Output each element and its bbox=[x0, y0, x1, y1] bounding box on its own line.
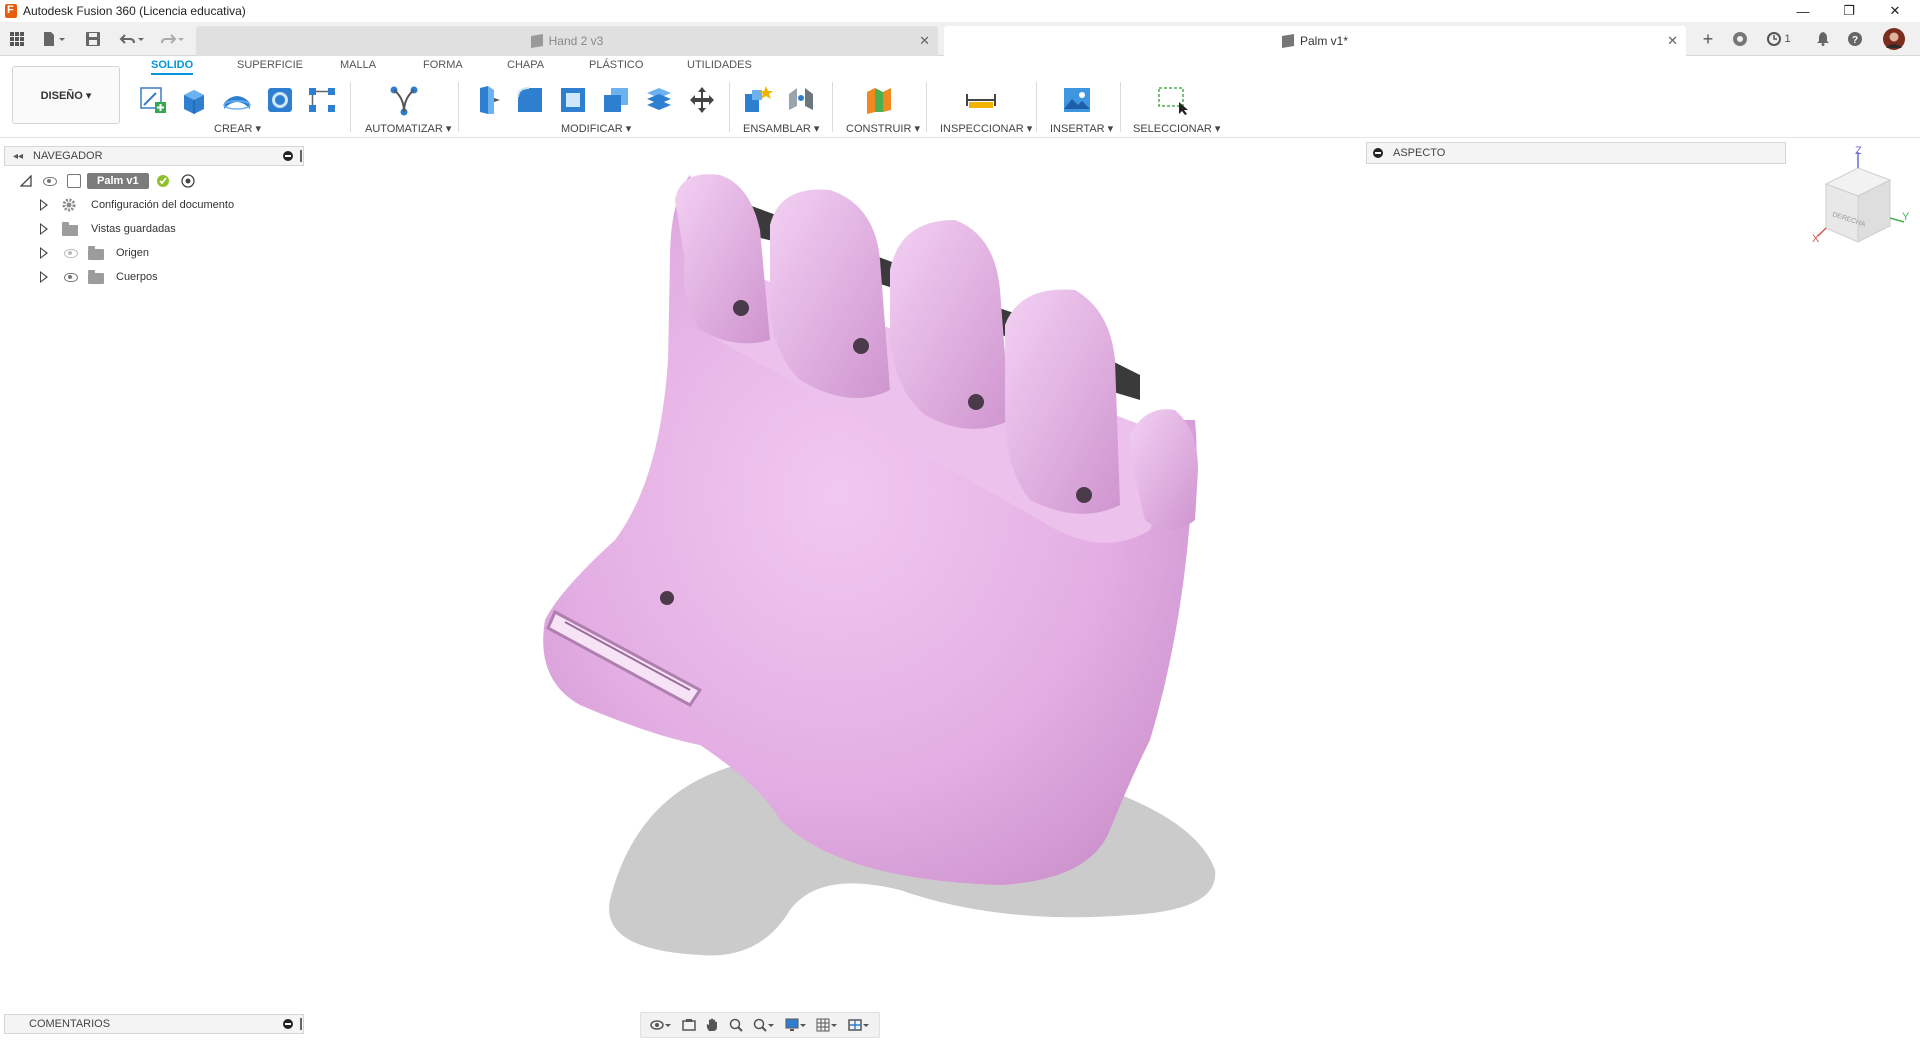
group-divider bbox=[729, 82, 730, 132]
component-icon bbox=[1281, 33, 1294, 49]
pan-hand-icon[interactable] bbox=[705, 1018, 719, 1032]
grid-settings-icon[interactable] bbox=[816, 1018, 838, 1032]
extrude-icon[interactable] bbox=[177, 82, 211, 118]
create-sketch-icon[interactable] bbox=[136, 82, 170, 118]
tab-chapa[interactable]: CHAPA bbox=[507, 59, 544, 75]
pin-hole bbox=[1076, 487, 1092, 503]
finger-lug-4 bbox=[1005, 289, 1120, 514]
fit-zoom-icon[interactable] bbox=[753, 1018, 775, 1032]
zoom-icon[interactable] bbox=[729, 1018, 743, 1032]
help-icon[interactable]: ? bbox=[1844, 28, 1866, 50]
close-tab-icon[interactable]: ✕ bbox=[919, 33, 930, 49]
save-icon[interactable] bbox=[82, 28, 104, 50]
group-seleccionar[interactable]: SELECCIONAR ▾ bbox=[1133, 122, 1220, 135]
group-divider bbox=[832, 82, 833, 132]
insert-image-icon[interactable] bbox=[1060, 82, 1094, 118]
fusion-logo-icon bbox=[5, 4, 17, 18]
group-divider bbox=[926, 82, 927, 132]
display-settings-icon[interactable] bbox=[785, 1018, 807, 1032]
press-pull-icon[interactable] bbox=[470, 82, 504, 118]
file-menu-icon[interactable] bbox=[38, 28, 70, 50]
redo-icon[interactable] bbox=[156, 28, 188, 50]
group-divider bbox=[458, 82, 459, 132]
navigation-bar bbox=[640, 1012, 880, 1038]
undo-icon[interactable] bbox=[116, 28, 148, 50]
group-ensamblar[interactable]: ENSAMBLAR ▾ bbox=[743, 122, 819, 135]
fillet-icon[interactable] bbox=[513, 82, 547, 118]
tab-superficie[interactable]: SUPERFICIE bbox=[237, 59, 303, 75]
group-crear[interactable]: CREAR ▾ bbox=[214, 122, 261, 135]
minimize-button[interactable]: — bbox=[1780, 0, 1826, 22]
model-viewport[interactable] bbox=[0, 139, 1920, 1009]
quick-access-bar: Hand 2 v3 ✕ Palm v1* ✕ + 1 ? bbox=[0, 22, 1920, 56]
revolve-icon[interactable] bbox=[220, 82, 254, 118]
pin-hole bbox=[733, 300, 749, 316]
window-title: Autodesk Fusion 360 (Licencia educativa) bbox=[23, 4, 246, 18]
group-divider bbox=[1036, 82, 1037, 132]
tab-plastico[interactable]: PLÁSTICO bbox=[589, 59, 643, 75]
tab-label: Hand 2 v3 bbox=[548, 34, 604, 48]
component-icon bbox=[530, 33, 543, 49]
automate-icon[interactable] bbox=[387, 82, 421, 118]
ribbon-toolbar: DISEÑO ▾ SOLIDO SUPERFICIE MALLA FORMA C… bbox=[0, 56, 1920, 138]
viewports-icon[interactable] bbox=[848, 1018, 870, 1032]
svg-text:?: ? bbox=[1852, 35, 1858, 46]
orbit-icon[interactable] bbox=[650, 1018, 672, 1032]
title-bar: Autodesk Fusion 360 (Licencia educativa)… bbox=[0, 0, 1920, 22]
clock-icon bbox=[1767, 32, 1782, 46]
hole-icon[interactable] bbox=[263, 82, 297, 118]
group-divider bbox=[350, 82, 351, 132]
move-copy-icon[interactable] bbox=[685, 82, 719, 118]
close-button[interactable]: ✕ bbox=[1872, 0, 1918, 22]
user-avatar[interactable] bbox=[1882, 28, 1906, 50]
group-inspeccionar[interactable]: INSPECCIONAR ▾ bbox=[940, 122, 1032, 135]
tab-forma[interactable]: FORMA bbox=[423, 59, 463, 75]
pin-hole bbox=[660, 591, 674, 605]
window-select-icon[interactable] bbox=[1156, 82, 1190, 118]
pattern-icon[interactable] bbox=[305, 82, 339, 118]
job-status-button[interactable]: 1 bbox=[1762, 28, 1796, 50]
offset-plane-icon[interactable] bbox=[862, 82, 896, 118]
comments-pin-icon[interactable] bbox=[300, 1018, 302, 1030]
tab-palm-v1[interactable]: Palm v1* ✕ bbox=[944, 26, 1686, 56]
group-automatizar[interactable]: AUTOMATIZAR ▾ bbox=[365, 122, 451, 135]
new-tab-plus-icon[interactable]: + bbox=[1696, 28, 1720, 50]
job-count: 1 bbox=[1784, 33, 1791, 45]
tab-solido[interactable]: SOLIDO bbox=[151, 59, 194, 75]
group-insertar[interactable]: INSERTAR ▾ bbox=[1050, 122, 1113, 135]
group-construir[interactable]: CONSTRUIR ▾ bbox=[846, 122, 920, 135]
look-at-icon[interactable] bbox=[681, 1018, 696, 1032]
group-modificar[interactable]: MODIFICAR ▾ bbox=[561, 122, 631, 135]
new-component-icon[interactable] bbox=[741, 82, 775, 118]
measure-icon[interactable] bbox=[964, 82, 998, 118]
pin-hole bbox=[968, 394, 984, 410]
tab-label: Palm v1* bbox=[1299, 34, 1349, 48]
combine-icon[interactable] bbox=[599, 82, 633, 118]
comments-options-icon[interactable] bbox=[283, 1019, 293, 1029]
tab-hand-2-v3[interactable]: Hand 2 v3 ✕ bbox=[196, 26, 938, 56]
workspace-switcher-button[interactable]: DISEÑO ▾ bbox=[12, 66, 120, 124]
tab-utilidades[interactable]: UTILIDADES bbox=[687, 59, 752, 75]
group-divider bbox=[1120, 82, 1121, 132]
notifications-bell-icon[interactable] bbox=[1812, 28, 1834, 50]
pin-hole bbox=[853, 338, 869, 354]
comments-label: COMENTARIOS bbox=[29, 1018, 111, 1030]
close-tab-icon[interactable]: ✕ bbox=[1667, 33, 1678, 49]
data-panel-grid-icon[interactable] bbox=[6, 28, 28, 50]
tab-malla[interactable]: MALLA bbox=[340, 59, 376, 75]
joint-icon[interactable] bbox=[784, 82, 818, 118]
comments-panel[interactable]: COMENTARIOS bbox=[4, 1014, 304, 1034]
extensions-icon[interactable] bbox=[1728, 28, 1752, 50]
restore-button[interactable]: ❐ bbox=[1826, 0, 1872, 22]
offset-face-icon[interactable] bbox=[642, 82, 676, 118]
shell-icon[interactable] bbox=[556, 82, 590, 118]
